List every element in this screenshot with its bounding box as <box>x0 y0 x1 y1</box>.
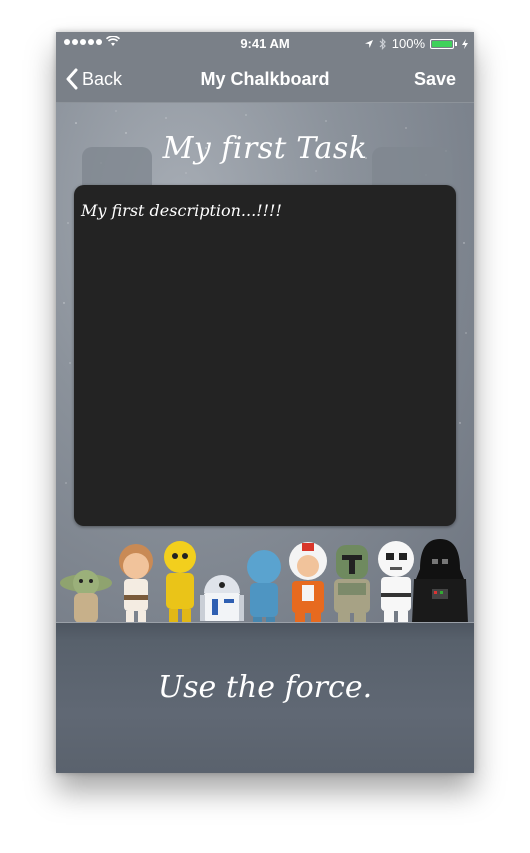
darth-vader-figure <box>412 539 468 622</box>
rebel-pilot-figure <box>289 542 327 622</box>
footer-motto: Use the force. <box>157 670 373 705</box>
chalkboard-background: My first Task My first description...!!!… <box>56 103 474 622</box>
bluetooth-icon <box>379 37 386 50</box>
status-bar: 9:41 AM 100% <box>56 32 474 56</box>
characters-row <box>60 539 468 622</box>
screenshot-stage: 9:41 AM 100% Back My Chalkboard Save My … <box>0 0 530 853</box>
battery-percent: 100% <box>391 36 425 51</box>
stormtrooper-figure <box>378 541 414 622</box>
phone-screen: 9:41 AM 100% Back My Chalkboard Save My … <box>56 32 474 773</box>
task-description-field[interactable]: My first description...!!!! <box>81 201 448 220</box>
luke-figure <box>119 544 153 622</box>
navigation-bar: Back My Chalkboard Save <box>56 56 474 103</box>
save-button[interactable]: Save <box>414 69 456 90</box>
location-icon <box>364 39 373 48</box>
page-title: My Chalkboard <box>200 69 330 89</box>
footer-shelf: Use the force. <box>56 622 474 773</box>
r2d2-figure <box>200 575 244 621</box>
c3po-figure <box>164 541 196 622</box>
yoda-figure <box>60 570 112 622</box>
charging-icon <box>462 38 468 49</box>
boba-fett-figure <box>334 545 370 622</box>
chalkboard[interactable]: My first description...!!!! <box>74 185 456 526</box>
hologram-figure <box>247 550 281 622</box>
task-title[interactable]: My first Task <box>56 131 474 166</box>
battery-icon <box>430 38 457 49</box>
status-right: 100% <box>364 36 468 51</box>
